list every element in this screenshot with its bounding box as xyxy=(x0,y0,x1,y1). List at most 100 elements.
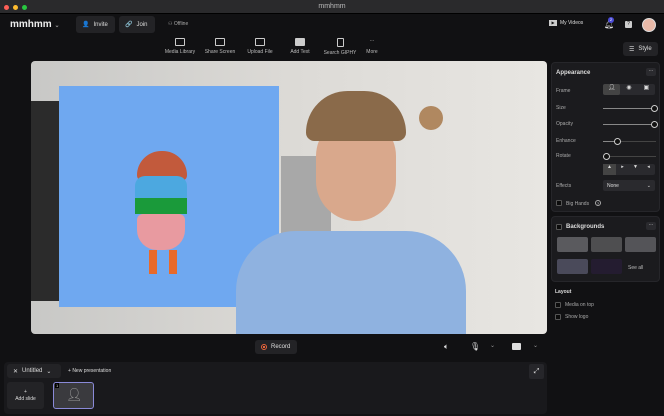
background-thumbnail[interactable] xyxy=(557,237,588,252)
more-icon[interactable]: ··· xyxy=(646,222,656,230)
rotate-right-icon[interactable]: ◂ xyxy=(642,164,655,175)
person-icon: 👤︎ xyxy=(66,387,83,402)
effects-dropdown[interactable]: None ⌄ xyxy=(603,180,655,191)
title-bar: mmhmm xyxy=(0,0,664,14)
users-icon: ⚇ xyxy=(168,21,173,27)
layout-panel: Layout Media on top Show logo xyxy=(551,286,660,332)
frame-silhouette-icon[interactable]: 👤︎ xyxy=(603,84,621,95)
upload-file-button[interactable]: Upload File xyxy=(240,38,280,56)
join-label: Join xyxy=(136,21,148,28)
chevron-down-icon: ⌄ xyxy=(646,183,651,189)
logo: mmhmm xyxy=(10,19,52,30)
rotate-down-icon[interactable]: ▼ xyxy=(629,164,642,175)
camera-button[interactable] xyxy=(512,343,521,350)
slider-knob[interactable] xyxy=(614,138,621,145)
tool-label: More xyxy=(366,49,378,55)
new-presentation-button[interactable]: + New presentation xyxy=(68,368,111,374)
see-all-link[interactable]: See all xyxy=(628,265,643,271)
style-button[interactable]: ☰ Style xyxy=(623,42,658,56)
upright-icon[interactable]: ▲ xyxy=(603,164,616,175)
character-body xyxy=(137,214,185,250)
invite-label: Invite xyxy=(93,21,108,28)
big-hands-checkbox[interactable] xyxy=(556,200,562,206)
my-videos-button[interactable]: ▶ My Videos xyxy=(549,20,583,26)
microphone-icon: 🎙︎ xyxy=(470,342,481,351)
character-band xyxy=(135,198,187,214)
logo-menu[interactable]: mmhmm ⌄ xyxy=(10,19,60,30)
notification-badge: 2 xyxy=(608,17,614,23)
background-thumbnail[interactable] xyxy=(591,259,622,274)
invite-button[interactable]: 👤 Invite xyxy=(76,16,115,33)
search-giphy-button[interactable]: Search GIPHY xyxy=(320,38,360,56)
slider-knob[interactable] xyxy=(603,153,610,160)
more-button[interactable]: ··· More xyxy=(360,38,384,56)
tool-label: Add Text xyxy=(290,49,310,55)
sliders-icon: ☰ xyxy=(629,46,635,53)
opacity-slider[interactable] xyxy=(603,121,658,128)
add-text-button[interactable]: Add Text xyxy=(280,38,320,56)
speaker-icon: 🔈︎ xyxy=(444,342,449,351)
frame-selector[interactable]: 👤︎ ◉ ▣ xyxy=(603,84,655,95)
video-stage[interactable] xyxy=(31,61,547,334)
media-library-icon xyxy=(175,38,185,46)
background-thumbnail[interactable] xyxy=(591,237,622,252)
notifications-button[interactable]: 🔔︎ 2 xyxy=(604,17,614,29)
slide-thumbnail[interactable]: 1 👤︎ xyxy=(53,382,94,409)
media-on-top-checkbox[interactable] xyxy=(555,302,561,308)
offline-status: ⚇ Offline xyxy=(168,21,188,27)
slider-knob[interactable] xyxy=(651,121,658,128)
rotate-presets[interactable]: ▲ ▸ ▼ ◂ xyxy=(603,164,655,175)
help-icon[interactable]: ? xyxy=(625,21,632,28)
enhance-label: Enhance xyxy=(556,138,576,144)
tool-label: Media Library xyxy=(164,49,196,55)
upload-icon xyxy=(255,38,265,46)
enhance-slider[interactable] xyxy=(603,138,656,145)
text-icon xyxy=(295,38,305,46)
media-library-button[interactable]: Media Library xyxy=(160,38,200,56)
file-icon xyxy=(336,38,344,47)
backgrounds-checkbox[interactable] xyxy=(556,224,562,230)
appearance-panel: Appearance ··· Frame 👤︎ ◉ ▣ Size Opacity E… xyxy=(551,62,660,212)
effects-value: None xyxy=(607,183,619,189)
my-videos-label: My Videos xyxy=(560,20,584,26)
chevron-down-icon: ⌄ xyxy=(46,368,52,375)
panel-title: Layout xyxy=(555,289,572,295)
slider-knob[interactable] xyxy=(651,105,658,112)
more-icon[interactable]: ··· xyxy=(646,68,656,76)
new-presentation-label: New presentation xyxy=(72,368,112,374)
camera-chevron-down-icon[interactable]: ⌄ xyxy=(533,342,538,349)
share-screen-button[interactable]: Share Screen xyxy=(200,38,240,56)
presentation-tray: ✕ Untitled ⌄ + New presentation + Add slide… xyxy=(4,362,547,414)
character-leg xyxy=(149,250,157,274)
link-icon: 🔗 xyxy=(125,22,133,28)
background-thumbnail[interactable] xyxy=(625,237,656,252)
big-hands-label: Big Hands xyxy=(566,201,590,207)
user-add-icon: 👤 xyxy=(82,22,90,28)
expand-icon[interactable]: ⤢ xyxy=(529,364,544,379)
record-icon xyxy=(261,344,267,350)
help-icon[interactable]: ? xyxy=(595,200,601,206)
frame-circle-icon[interactable]: ◉ xyxy=(620,84,637,95)
tool-label: Upload File xyxy=(247,49,273,55)
join-button[interactable]: 🔗 Join xyxy=(119,16,155,33)
tool-label: Search GIPHY xyxy=(323,50,357,56)
frame-rect-icon[interactable]: ▣ xyxy=(638,84,655,95)
background-thumbnail[interactable] xyxy=(557,259,588,274)
record-button[interactable]: Record xyxy=(255,340,297,354)
wall-shelf xyxy=(419,106,443,130)
presentation-selector[interactable]: ✕ Untitled ⌄ xyxy=(7,364,61,378)
close-icon[interactable]: ✕ xyxy=(13,368,18,375)
speaker-button[interactable]: 🔈︎ xyxy=(444,342,449,352)
add-slide-button[interactable]: + Add slide xyxy=(7,382,44,409)
rotate-left-icon[interactable]: ▸ xyxy=(616,164,629,175)
style-label: Style xyxy=(638,46,652,52)
rotate-slider[interactable] xyxy=(603,153,656,160)
microphone-button[interactable]: 🎙︎ xyxy=(470,342,480,351)
tool-label: Share Screen xyxy=(204,49,236,55)
size-slider[interactable] xyxy=(603,105,658,112)
toolbar: Media Library Share Screen Upload File A… xyxy=(160,38,384,56)
character-leg xyxy=(169,250,177,274)
avatar[interactable] xyxy=(642,18,656,32)
show-logo-checkbox[interactable] xyxy=(555,314,561,320)
mic-chevron-down-icon[interactable]: ⌄ xyxy=(490,342,495,349)
